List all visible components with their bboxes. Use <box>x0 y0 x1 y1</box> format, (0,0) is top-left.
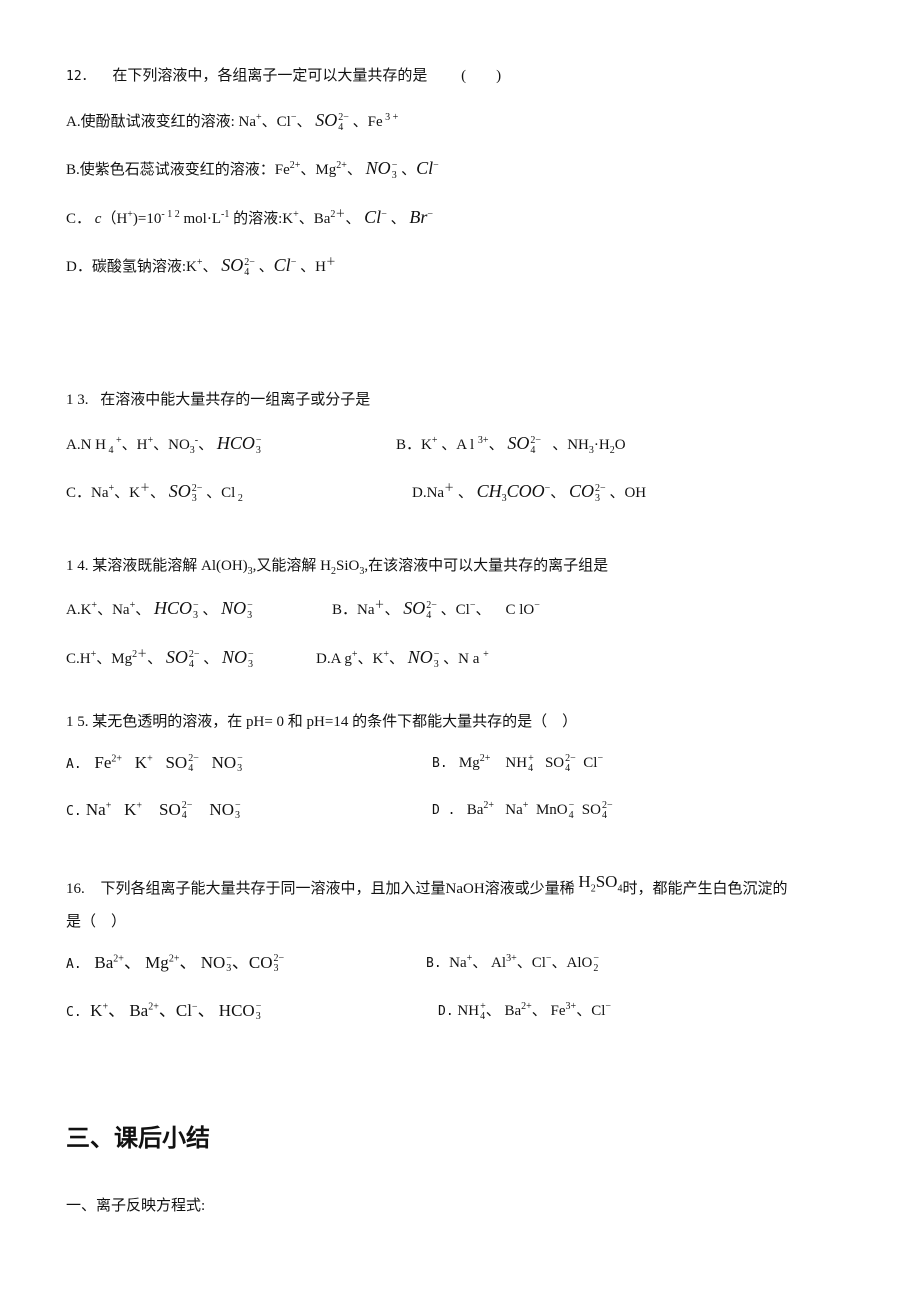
q13-option-d: D.Na＋ 、 CH3COO−、 CO 2− 3 、OH <box>412 481 647 504</box>
q15-option-a: A. Fe2+ K+ SO 2− 4 NO −3 <box>66 753 243 775</box>
q13-option-b: B．K+ 、A l 3+、 SO 2− 4 、NH3·H2O <box>396 433 626 456</box>
q15-stem: 1 5. 某无色透明的溶液，在 pH= 0 和 pH=14 的条件下都能大量共存… <box>66 712 577 732</box>
q14-option-b: B．Na＋、 SO 2− 4 、Cl−、 C lO− <box>332 598 540 621</box>
q16-option-b: B. Na+、 Al3+、Cl−、AlO −2 <box>426 952 600 974</box>
option-text: 使紫色石蕊试液变红的溶液： <box>79 162 275 178</box>
q13-stem: 1 3. 在溶液中能大量共存的一组离子或分子是 <box>66 390 370 410</box>
section-heading: 三、课后小结 <box>66 1124 210 1152</box>
option-label: D． <box>66 259 92 275</box>
answer-blank: ( ) <box>461 68 502 84</box>
q12-option-a: A.使酚酞试液变红的溶液: Na+、Cl−、 SO 2− 4 、Fe 3 + <box>66 110 399 133</box>
stem-text: SiO <box>336 558 360 574</box>
q14-stem: 1 4. 某溶液既能溶解 Al(OH)3,又能溶解 H2SiO3,在该溶液中可以… <box>66 558 609 577</box>
q16-stem-tail: 时，都能产生白色沉淀的 <box>622 881 788 897</box>
q13-option-c: C．Na+、K＋、 SO 2− 3 、Cl 2 <box>66 481 243 504</box>
q14-number: 1 4. <box>66 558 89 574</box>
q16-stem-line2: 是（ ） <box>66 914 127 930</box>
q12-number: 12． <box>66 69 95 84</box>
q12-option-b: B.使紫色石蕊试液变红的溶液：Fe2+、Mg2+、 NO −3 、Cl− <box>66 158 439 181</box>
option-text: )=10 <box>132 211 162 227</box>
option-label: B. <box>66 162 80 178</box>
q13-number: 1 3. <box>66 392 89 408</box>
q15-number: 1 5. <box>66 714 89 730</box>
q15-option-c: C. Na+ K+ SO 2− 4 NO −3 <box>66 800 241 822</box>
q16-option-d: D. NH +4、 Ba2+、 Fe3+、Cl− <box>438 1000 612 1022</box>
q13-stem-text: 在溶液中能大量共存的一组离子或分子是 <box>100 392 371 408</box>
q16-number: 16. <box>66 881 85 897</box>
q16-option-c: C. K+、 Ba2+、Cl−、 HCO −3 <box>66 1001 262 1023</box>
q12-option-c: C． c（H+)=10- 1 2 mol·L-1 的溶液:K+、Ba2＋、 Cl… <box>66 207 433 227</box>
q12-option-d: D．碳酸氢钠溶液:K+、 SO 2− 4 、Cl− 、H＋ <box>66 255 336 278</box>
h2so4-formula: H2SO4 <box>578 872 623 895</box>
stem-text: 某溶液既能溶解 Al(OH) <box>92 558 248 574</box>
q16-stem-text: 下列各组离子能大量共存于同一溶液中，且加入过量NaOH溶液或少量稀 <box>100 881 575 897</box>
q14-option-d: D.A g+、K+、 NO −3 、N a + <box>316 647 489 670</box>
q15-option-b: B. Mg2+ NH +4 SO 2− 4 Cl− <box>432 752 604 774</box>
option-label: C． <box>66 211 92 227</box>
option-text: 使酚酞试液变红的溶液: <box>80 114 239 130</box>
option-text: mol·L <box>179 211 221 227</box>
q16-option-a: A. Ba2+、 Mg2+、 NO −3 、CO 2− 3 <box>66 953 285 975</box>
q16-stem: 16. 下列各组离子能大量共存于同一溶液中，且加入过量NaOH溶液或少量稀 H2… <box>66 872 788 899</box>
option-text: 碳酸氢钠溶液: <box>91 259 187 275</box>
q12-stem-text: 在下列溶液中，各组离子一定可以大量共存的是 <box>112 68 428 84</box>
q14-option-a: A.K+、Na+、 HCO −3 、 NO −3 <box>66 598 253 621</box>
q13-option-a: A.N H 4 +、H+、NO3-、 HCO −3 <box>66 433 262 456</box>
stem-text: ,在该溶液中可以大量共存的离子组是 <box>364 558 609 574</box>
option-text: （H <box>101 211 128 227</box>
q15-stem-text: 某无色透明的溶液，在 pH= 0 和 pH=14 的条件下都能大量共存的是（ ） <box>92 714 578 730</box>
summary-item-1: 一、离子反映方程式: <box>66 1198 206 1214</box>
q12-stem: 12． 在下列溶液中，各组离子一定可以大量共存的是 ( ) <box>66 66 501 87</box>
stem-text: ,又能溶解 H <box>252 558 331 574</box>
q14-option-c: C.H+、Mg2＋、 SO 2− 4 、 NO −3 <box>66 647 254 670</box>
q15-option-d: D . Ba2+ Na+ MnO −4 SO 2− 4 <box>432 799 613 821</box>
option-label: A. <box>66 114 81 130</box>
option-text: 的溶液: <box>229 211 283 227</box>
